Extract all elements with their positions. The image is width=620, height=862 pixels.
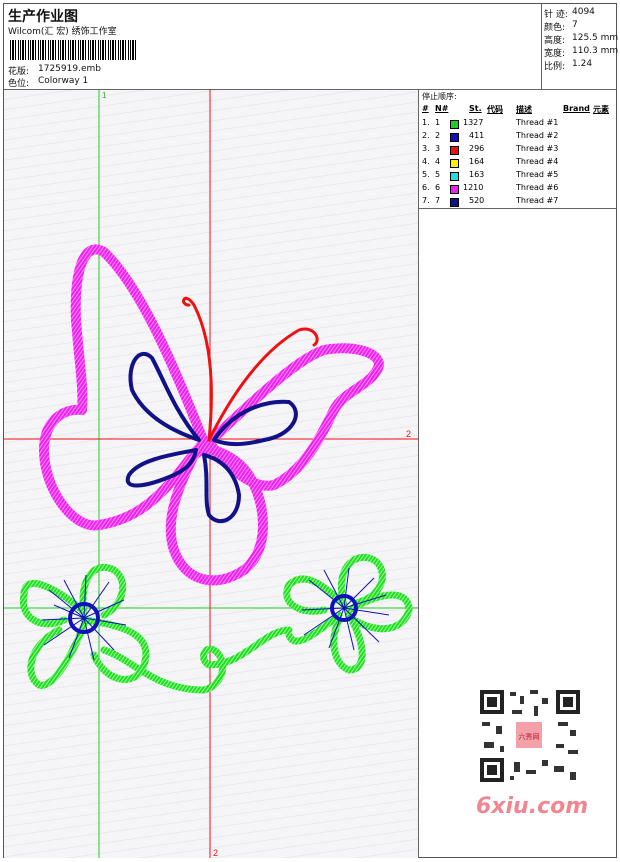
color-swatch	[450, 172, 459, 181]
row-stitches: 163	[469, 170, 485, 179]
sheet-title: 生产作业图	[8, 9, 78, 25]
table-row: 4. 4 164 Thread #4	[419, 157, 616, 170]
row-description: Thread #7	[516, 196, 559, 205]
stat-height-label: 高度:	[544, 36, 566, 46]
row-stitches: 164	[469, 157, 485, 166]
col-brand: Brand	[563, 104, 590, 113]
row-description: Thread #4	[516, 157, 559, 166]
row-needle: 3	[435, 144, 441, 153]
row-needle: 5	[435, 170, 441, 179]
row-description: Thread #2	[516, 131, 559, 140]
color-swatch	[450, 198, 459, 207]
qr-code: 六秀网	[474, 686, 584, 784]
embroidery-preview: 1 2 2	[4, 90, 419, 858]
col-hash: #	[422, 104, 429, 113]
color-swatch	[450, 120, 459, 129]
row-description: Thread #5	[516, 170, 559, 179]
row-stitches: 411	[469, 131, 485, 140]
row-stitches: 520	[469, 196, 485, 205]
stat-colors-label: 颜色:	[544, 23, 566, 33]
col-stitches: St.	[469, 104, 482, 113]
sequence-heading: 停止顺序:	[422, 92, 457, 101]
row-index: 6.	[422, 183, 430, 192]
watermark-text: 6xiu.com	[476, 794, 589, 819]
row-description: Thread #3	[516, 144, 559, 153]
color-swatch	[450, 133, 459, 142]
color-swatch	[450, 159, 459, 168]
stat-height-value: 125.5 mm	[572, 33, 619, 43]
colorway-label: 色位:	[8, 79, 30, 89]
table-row: 5. 5 163 Thread #5	[419, 170, 616, 183]
stop-sequence-table: 停止顺序: # N# St. 代码 描述 Brand 元素 1. 1 1327 Th…	[419, 90, 616, 208]
row-stitches: 296	[469, 144, 485, 153]
table-row: 1. 1 1327 Thread #1	[419, 118, 616, 131]
barcode	[10, 40, 138, 60]
row-index: 5.	[422, 170, 430, 179]
col-element: 元素	[593, 105, 609, 114]
color-swatch	[450, 146, 459, 155]
row-needle: 6	[435, 183, 441, 192]
col-description: 描述	[516, 105, 532, 114]
table-row: 2. 2 411 Thread #2	[419, 131, 616, 144]
table-row: 3. 3 296 Thread #3	[419, 144, 616, 157]
table-bottom-line	[419, 208, 616, 209]
row-index: 1.	[422, 118, 430, 127]
color-swatch	[450, 185, 459, 194]
table-row: 6. 6 1210 Thread #6	[419, 183, 616, 196]
company-name: Wilcom(汇 宏) 绣饰工作室	[8, 27, 117, 37]
design-canvas: 1 2 2	[4, 90, 419, 858]
row-stitches: 1327	[463, 118, 484, 127]
guide-label-h2: 2	[406, 429, 411, 439]
row-needle: 1	[435, 118, 441, 127]
stat-stitches-value: 4094	[572, 7, 595, 17]
guide-label-v2: 2	[213, 848, 218, 858]
row-index: 4.	[422, 157, 430, 166]
stat-scale-value: 1.24	[572, 59, 593, 69]
stats-divider	[541, 4, 542, 90]
stat-scale-label: 比例:	[544, 62, 566, 72]
guide-label-1: 1	[102, 91, 107, 100]
row-index: 2.	[422, 131, 430, 140]
production-sheet: 生产作业图 Wilcom(汇 宏) 绣饰工作室 花版: 1725919.emb …	[3, 3, 619, 858]
stat-width-label: 宽度:	[544, 49, 566, 59]
row-needle: 4	[435, 157, 441, 166]
row-description: Thread #1	[516, 118, 559, 127]
stat-width-value: 110.3 mm	[572, 46, 619, 56]
stat-stitches-label: 针 迹:	[544, 10, 568, 20]
design-file: 1725919.emb	[38, 64, 101, 74]
row-index: 3.	[422, 144, 430, 153]
colorway-value: Colorway 1	[38, 76, 89, 86]
col-number: N#	[435, 104, 449, 113]
row-stitches: 1210	[463, 183, 484, 192]
row-index: 7.	[422, 196, 430, 205]
row-needle: 2	[435, 131, 441, 140]
row-description: Thread #6	[516, 183, 559, 192]
row-needle: 7	[435, 196, 441, 205]
qr-badge-text: 六秀网	[519, 732, 540, 741]
col-code: 代码	[487, 105, 503, 114]
stat-colors-value: 7	[572, 20, 578, 30]
